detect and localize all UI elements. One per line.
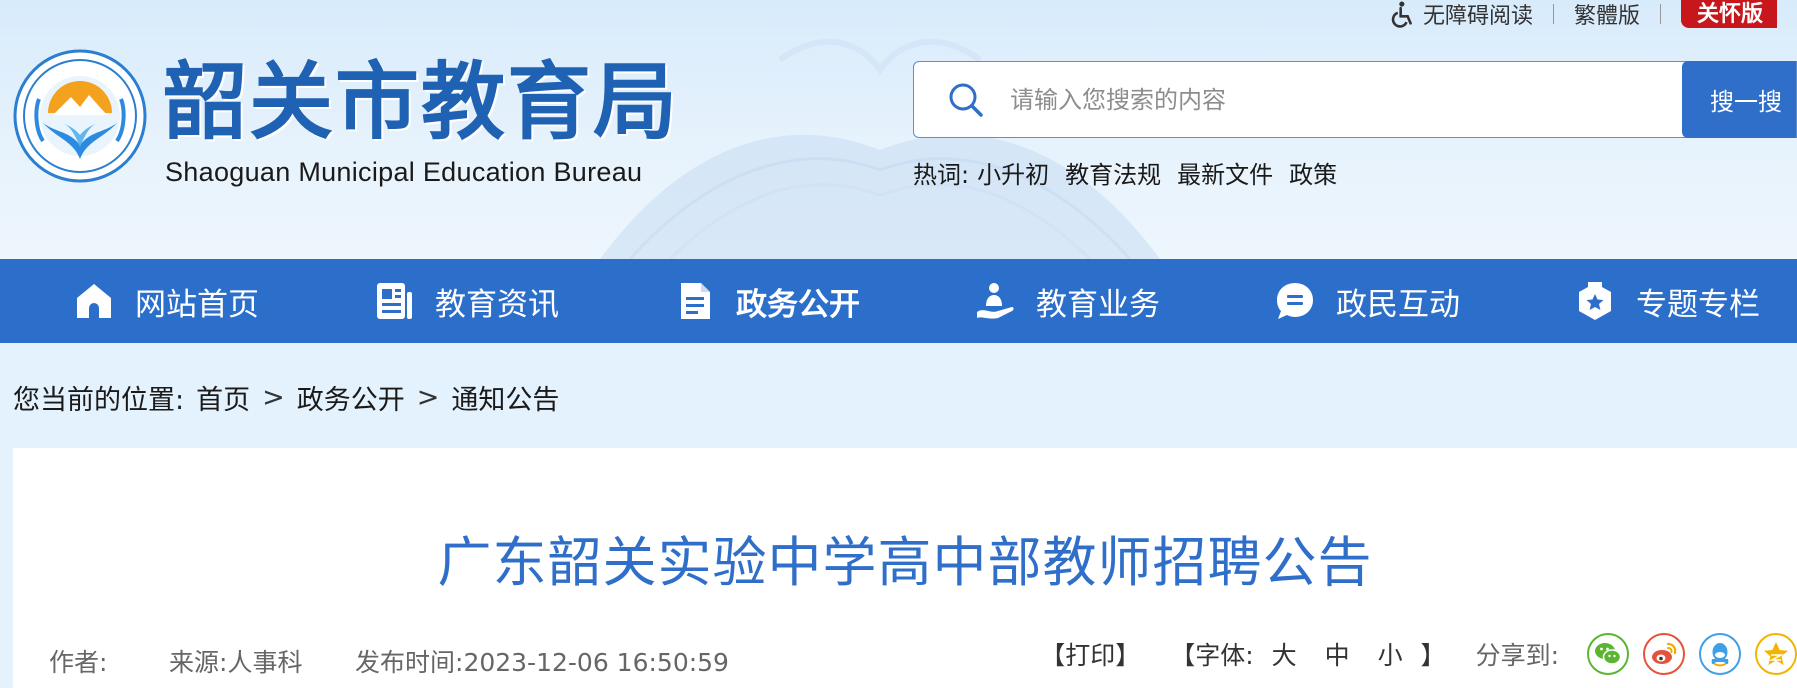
share-label: 分享到: xyxy=(1475,641,1559,670)
font-size-large-button[interactable]: 大 xyxy=(1272,641,1297,670)
wechat-icon xyxy=(1595,643,1622,665)
breadcrumb-prefix: 您当前的位置: xyxy=(13,385,185,416)
nav-item-interaction[interactable]: 政民互动 xyxy=(1274,259,1460,343)
publish-label: 发布时间: xyxy=(355,648,464,677)
share-weibo-button[interactable] xyxy=(1643,633,1685,675)
nav-item-education-services[interactable]: 教育业务 xyxy=(974,259,1160,343)
accessibility-link[interactable]: 无障碍阅读 xyxy=(1369,0,1553,30)
weibo-icon xyxy=(1652,642,1677,664)
font-size-controls: 【字体: 大 中 小 】 xyxy=(1170,636,1445,672)
traditional-label: 繁體版 xyxy=(1573,4,1640,29)
qq-icon xyxy=(1711,643,1729,667)
nav-item-label: 网站首页 xyxy=(135,286,259,323)
breadcrumb-link-home[interactable]: 首页 xyxy=(196,378,250,417)
source-value: 人事科 xyxy=(227,648,303,677)
source-label: 来源: xyxy=(169,648,228,677)
breadcrumb: 您当前的位置: 首页 > 政务公开 > 通知公告 xyxy=(13,378,559,417)
hotwords-label: 热词: xyxy=(913,161,970,189)
breadcrumb-link-notices[interactable]: 通知公告 xyxy=(451,378,559,417)
accessibility-label: 无障碍阅读 xyxy=(1422,4,1533,29)
main-nav: 网站首页 教育资讯 政务公开 教育业务 政民互动 专题专栏 xyxy=(0,259,1797,343)
bureau-emblem-logo xyxy=(13,49,147,183)
care-mode-button[interactable]: 关怀版 xyxy=(1680,0,1777,28)
publish-value: 2023-12-06 16:50:59 xyxy=(463,648,729,677)
nav-item-special-topics[interactable]: 专题专栏 xyxy=(1574,259,1760,343)
font-size-small-button[interactable]: 小 xyxy=(1378,641,1403,670)
source-meta: 来源:人事科 xyxy=(169,643,302,679)
news-icon xyxy=(377,283,412,319)
wheelchair-icon xyxy=(1391,1,1412,28)
font-size-label: 【字体: xyxy=(1170,641,1254,670)
publish-meta: 发布时间:2023-12-06 16:50:59 xyxy=(355,643,729,679)
nav-item-label: 教育资讯 xyxy=(435,286,559,323)
share-qzone-button[interactable] xyxy=(1755,633,1797,675)
font-size-medium-button[interactable]: 中 xyxy=(1325,641,1350,670)
header: 无障碍阅读 繁體版 关怀版 韶关市教育局 Shaoguan Municipal … xyxy=(0,0,1797,259)
chat-icon xyxy=(1277,283,1313,319)
home-icon xyxy=(77,284,111,318)
search-input[interactable] xyxy=(1010,74,1630,125)
breadcrumb-separator: > xyxy=(416,382,440,413)
hotwords: 热词: 小升初 教育法规 最新文件 政策 xyxy=(913,155,1337,190)
article-card: 广东韶关实验中学高中部教师招聘公告 作者: 来源:人事科 发布时间:2023-1… xyxy=(13,448,1797,688)
badge-star-icon xyxy=(1579,282,1611,320)
site-name-cn: 韶关市教育局 xyxy=(163,52,680,151)
hotword-link[interactable]: 小升初 xyxy=(977,155,1049,190)
service-icon xyxy=(977,283,1014,319)
nav-item-label: 政民互动 xyxy=(1336,286,1460,323)
nav-item-news[interactable]: 教育资讯 xyxy=(373,259,559,343)
search-button[interactable]: 搜一搜 xyxy=(1682,61,1796,138)
traditional-chinese-link[interactable]: 繁體版 xyxy=(1554,0,1660,30)
search-box: 搜一搜 xyxy=(913,61,1797,138)
breadcrumb-link-government-affairs[interactable]: 政务公开 xyxy=(297,378,405,417)
share-wechat-button[interactable] xyxy=(1587,633,1629,675)
nav-item-government-affairs[interactable]: 政务公开 xyxy=(674,259,860,343)
hotword-link[interactable]: 政策 xyxy=(1289,155,1337,190)
search-icon xyxy=(949,83,983,117)
qzone-star-icon xyxy=(1764,642,1788,665)
breadcrumb-separator: > xyxy=(262,382,285,413)
hotword-link[interactable]: 最新文件 xyxy=(1177,155,1273,190)
top-utility-bar: 无障碍阅读 繁體版 关怀版 xyxy=(1369,0,1797,30)
nav-item-label: 教育业务 xyxy=(1036,286,1160,323)
site-name-en: Shaoguan Municipal Education Bureau xyxy=(165,157,643,187)
nav-item-home[interactable]: 网站首页 xyxy=(73,259,259,343)
author-label: 作者: xyxy=(49,648,108,677)
nav-item-label: 政务公开 xyxy=(736,286,860,323)
share-qq-button[interactable] xyxy=(1699,633,1741,675)
font-size-close: 】 xyxy=(1420,641,1446,670)
document-icon xyxy=(681,283,710,319)
print-button[interactable]: 【打印】 xyxy=(1040,636,1140,672)
article-title: 广东韶关实验中学高中部教师招聘公告 xyxy=(437,531,1373,594)
hotword-link[interactable]: 教育法规 xyxy=(1065,155,1161,190)
article-tools: 【打印】 【字体: 大 中 小 】 分享到: xyxy=(1040,633,1797,675)
nav-item-label: 专题专栏 xyxy=(1636,286,1760,323)
